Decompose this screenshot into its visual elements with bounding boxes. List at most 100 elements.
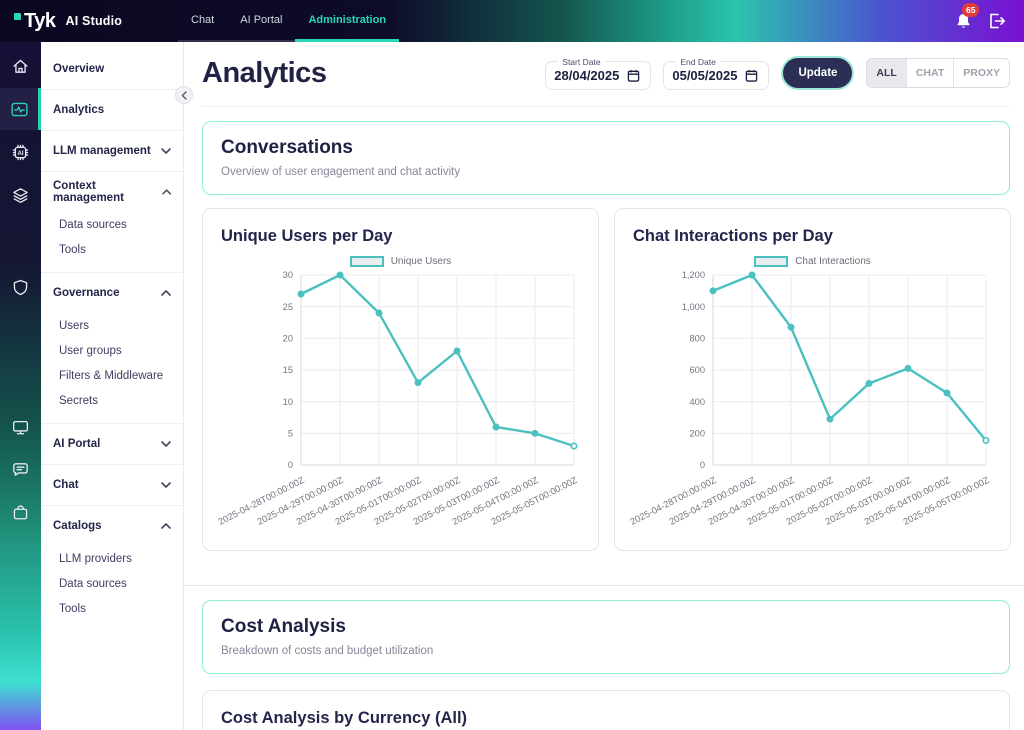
svg-text:800: 800: [689, 334, 705, 344]
logout-button[interactable]: [988, 13, 1006, 29]
cost-by-currency-card: Cost Analysis by Currency (All): [202, 690, 1010, 730]
chart-legend[interactable]: Unique Users: [215, 256, 586, 267]
sidebar-item-users[interactable]: Users: [41, 313, 183, 338]
sidebar-item-filters-middleware[interactable]: Filters & Middleware: [41, 363, 183, 388]
sidebar-collapse-button[interactable]: [175, 86, 193, 104]
sidebar-item-analytics[interactable]: Analytics: [41, 89, 183, 130]
filter-all[interactable]: ALL: [867, 59, 906, 87]
filter-proxy[interactable]: PROXY: [953, 59, 1009, 87]
tab-chat[interactable]: Chat: [178, 0, 227, 42]
main-content: Analytics Start Date 28/04/2025 End Date: [184, 42, 1024, 730]
end-date-input[interactable]: End Date 05/05/2025: [663, 56, 770, 90]
svg-text:0: 0: [288, 460, 293, 470]
sidebar-item-user-groups[interactable]: User groups: [41, 338, 183, 363]
tyk-logo-mark-icon: [14, 12, 21, 20]
rail-item-llm-management[interactable]: AI: [0, 137, 41, 167]
shield-icon: [13, 279, 28, 295]
svg-text:200: 200: [689, 429, 705, 439]
sidebar-item-catalog-data-sources[interactable]: Data sources: [41, 571, 183, 596]
analytics-pulse-icon: [10, 102, 28, 116]
sidebar-item-overview[interactable]: Overview: [41, 48, 183, 89]
rail-item-context-management[interactable]: [0, 180, 41, 210]
sidebar-item-label: LLM management: [53, 145, 151, 157]
sidebar-item-chat[interactable]: Chat: [41, 464, 183, 505]
home-icon: [13, 59, 28, 73]
svg-text:5: 5: [288, 429, 293, 439]
rail-item-ai-portal[interactable]: [0, 412, 41, 442]
cost-analysis-title: Cost Analysis: [221, 616, 346, 637]
legend-swatch: [754, 256, 789, 267]
icon-rail: AI: [0, 42, 41, 730]
svg-text:600: 600: [689, 365, 705, 375]
end-date-label: End Date: [680, 56, 716, 67]
sidebar-subgroup-context: Data sources Tools: [41, 212, 183, 272]
svg-text:10: 10: [283, 397, 293, 407]
app-shell: AI Overview Analytics LLM management Con…: [0, 42, 1024, 730]
topbar: Tyk AI Studio Chat AI Portal Administrat…: [0, 0, 1024, 42]
layers-icon: [13, 187, 28, 203]
svg-text:AI: AI: [17, 149, 23, 156]
chat-interactions-line-chart[interactable]: 0 200 400 600 800 1,000 1,200 2025-04-28T00:00:…: [627, 267, 998, 540]
sidebar-item-label: AI Portal: [53, 438, 101, 450]
rail-item-governance[interactable]: [0, 272, 41, 302]
calendar-icon: [746, 69, 758, 82]
header-controls: Start Date 28/04/2025 End Date 05/05/202…: [545, 56, 1010, 90]
sidebar-item-secrets[interactable]: Secrets: [41, 388, 183, 413]
chevron-up-icon: [161, 290, 171, 296]
sidebar-item-catalogs[interactable]: Catalogs: [41, 505, 183, 546]
filter-chat[interactable]: CHAT: [905, 59, 954, 87]
legend-label: Unique Users: [390, 256, 452, 267]
sidebar-item-data-sources[interactable]: Data sources: [41, 212, 183, 237]
sidebar-item-label: Governance: [53, 287, 120, 299]
start-date-input[interactable]: Start Date 28/04/2025: [545, 56, 652, 90]
svg-text:1,000: 1,000: [682, 302, 705, 312]
conversations-title: Conversations: [221, 137, 353, 158]
logout-icon: [990, 13, 1005, 29]
sidebar-item-catalog-tools[interactable]: Tools: [41, 596, 183, 621]
sidebar-subgroup-catalogs: LLM providers Data sources Tools: [41, 546, 183, 631]
topbar-actions: 65: [955, 0, 1024, 42]
chevron-down-icon: [161, 148, 171, 154]
conversations-subtitle: Overview of user engagement and chat act…: [221, 166, 461, 178]
rail-item-overview[interactable]: [0, 51, 41, 81]
sidebar: Overview Analytics LLM management Contex…: [41, 42, 184, 730]
rail-item-catalogs[interactable]: [0, 497, 41, 527]
sidebar-item-tools[interactable]: Tools: [41, 237, 183, 262]
sidebar-item-governance[interactable]: Governance: [41, 272, 183, 313]
chart-title: Chat Interactions per Day: [633, 227, 833, 245]
svg-text:1,200: 1,200: [682, 270, 705, 280]
legend-swatch: [349, 256, 384, 267]
svg-text:20: 20: [283, 334, 293, 344]
legend-label: Chat Interactions: [795, 256, 871, 267]
tab-ai-portal[interactable]: AI Portal: [227, 0, 295, 42]
cost-analysis-subtitle: Breakdown of costs and budget utilizatio…: [221, 645, 434, 657]
chart-legend[interactable]: Chat Interactions: [627, 256, 998, 267]
unique-users-line-chart[interactable]: 0 5 10 15 20 25 30 2025-04-28T00:00:00Z 2025-04-…: [215, 267, 586, 540]
tyk-logo[interactable]: Tyk AI Studio: [0, 0, 178, 42]
sidebar-item-ai-portal[interactable]: AI Portal: [41, 423, 183, 464]
cost-by-currency-title: Cost Analysis by Currency (All): [221, 709, 468, 727]
svg-text:15: 15: [283, 365, 293, 375]
update-button[interactable]: Update: [781, 56, 855, 90]
rail-item-analytics[interactable]: [0, 88, 41, 130]
filter-toggle-group: ALL CHAT PROXY: [866, 58, 1010, 88]
cost-analysis-section-card: Cost Analysis Breakdown of costs and bud…: [202, 600, 1010, 674]
sidebar-item-label: Analytics: [53, 104, 105, 116]
unique-users-chart-card: Unique Users per Day Unique Users 0 5 10 15…: [202, 208, 599, 551]
logo-text: Tyk: [24, 9, 56, 32]
notification-count-badge: 65: [962, 3, 980, 17]
conversations-section-card: Conversations Overview of user engagemen…: [202, 121, 1010, 195]
sidebar-item-label: Overview: [53, 62, 105, 75]
end-date-value: 05/05/2025: [672, 67, 738, 83]
calendar-icon: [628, 69, 640, 82]
sidebar-item-llm-management[interactable]: LLM management: [41, 130, 183, 171]
rail-item-chat[interactable]: [0, 454, 41, 484]
sidebar-item-context-management[interactable]: Context management: [41, 171, 183, 212]
start-date-value: 28/04/2025: [554, 67, 620, 83]
tab-administration[interactable]: Administration: [295, 0, 400, 42]
chevron-up-icon: [161, 189, 171, 195]
svg-text:400: 400: [689, 397, 705, 407]
sidebar-item-llm-providers[interactable]: LLM providers: [41, 546, 183, 571]
notifications-button[interactable]: 65: [955, 3, 980, 30]
chat-bubble-icon: [13, 462, 28, 476]
